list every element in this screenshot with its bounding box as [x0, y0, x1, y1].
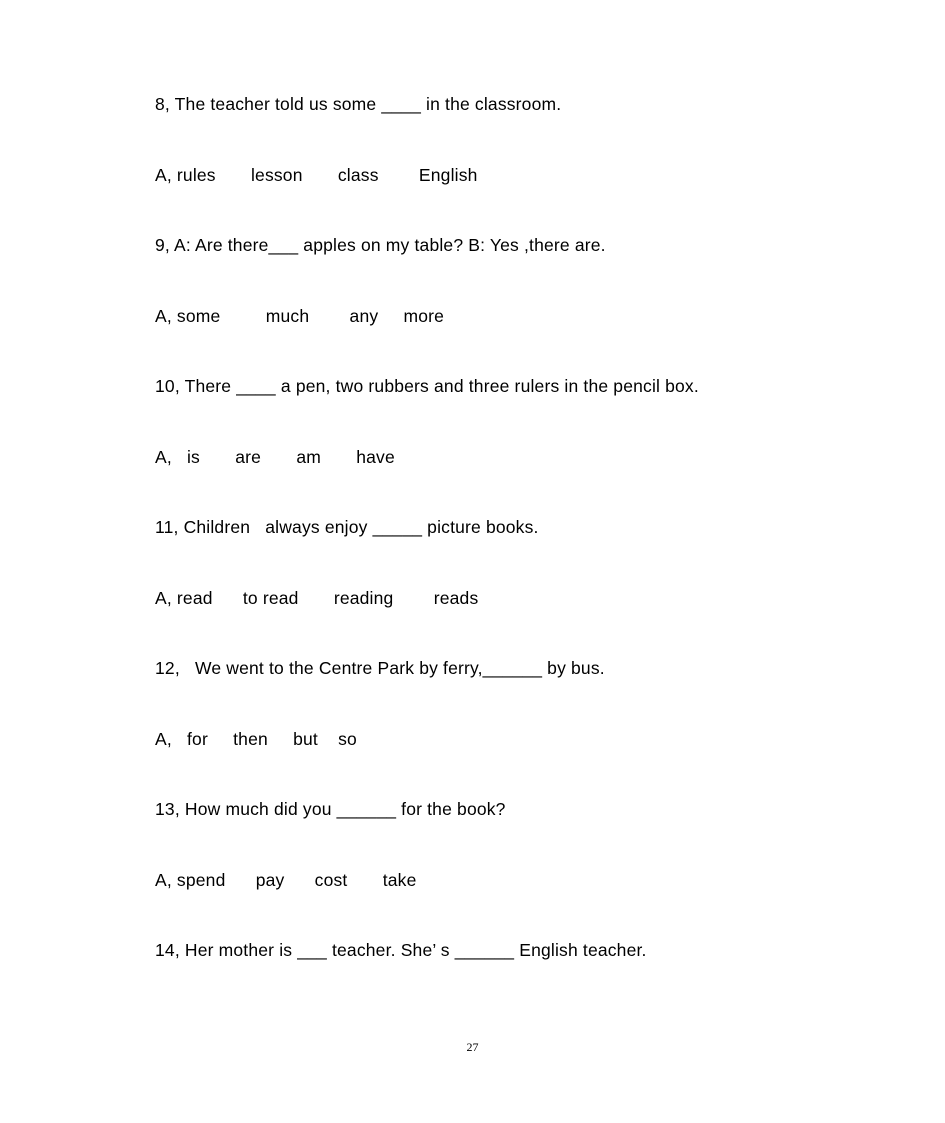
question-options-10: A, is are am have [155, 446, 395, 467]
question-prompt-11: 11, Children always enjoy _____ picture … [155, 517, 539, 537]
exercise-body: 8, The teacher told us some ____ in the … [155, 94, 855, 1013]
question-options-13: A, spend pay cost take [155, 869, 417, 890]
question-options-9: A, some much any more [155, 305, 445, 326]
question-prompt-8: 8, The teacher told us some ____ in the … [155, 94, 562, 114]
question-prompt-9: 9, A: Are there___ apples on my table? B… [155, 235, 606, 255]
document-page: 8, The teacher told us some ____ in the … [0, 0, 945, 1123]
question-options-8: A, rules lesson class English [155, 164, 478, 185]
question-prompt-10: 10, There ____ a pen, two rubbers and th… [155, 376, 699, 396]
question-prompt-14: 14, Her mother is ___ teacher. She’ s __… [155, 940, 647, 960]
question-prompt-13: 13, How much did you ______ for the book… [155, 799, 506, 819]
question-prompt-12: 12, We went to the Centre Park by ferry,… [155, 658, 605, 678]
question-options-11: A, read to read reading reads [155, 587, 479, 608]
page-number: 27 [466, 1040, 479, 1054]
question-options-12: A, for then but so [155, 728, 357, 749]
